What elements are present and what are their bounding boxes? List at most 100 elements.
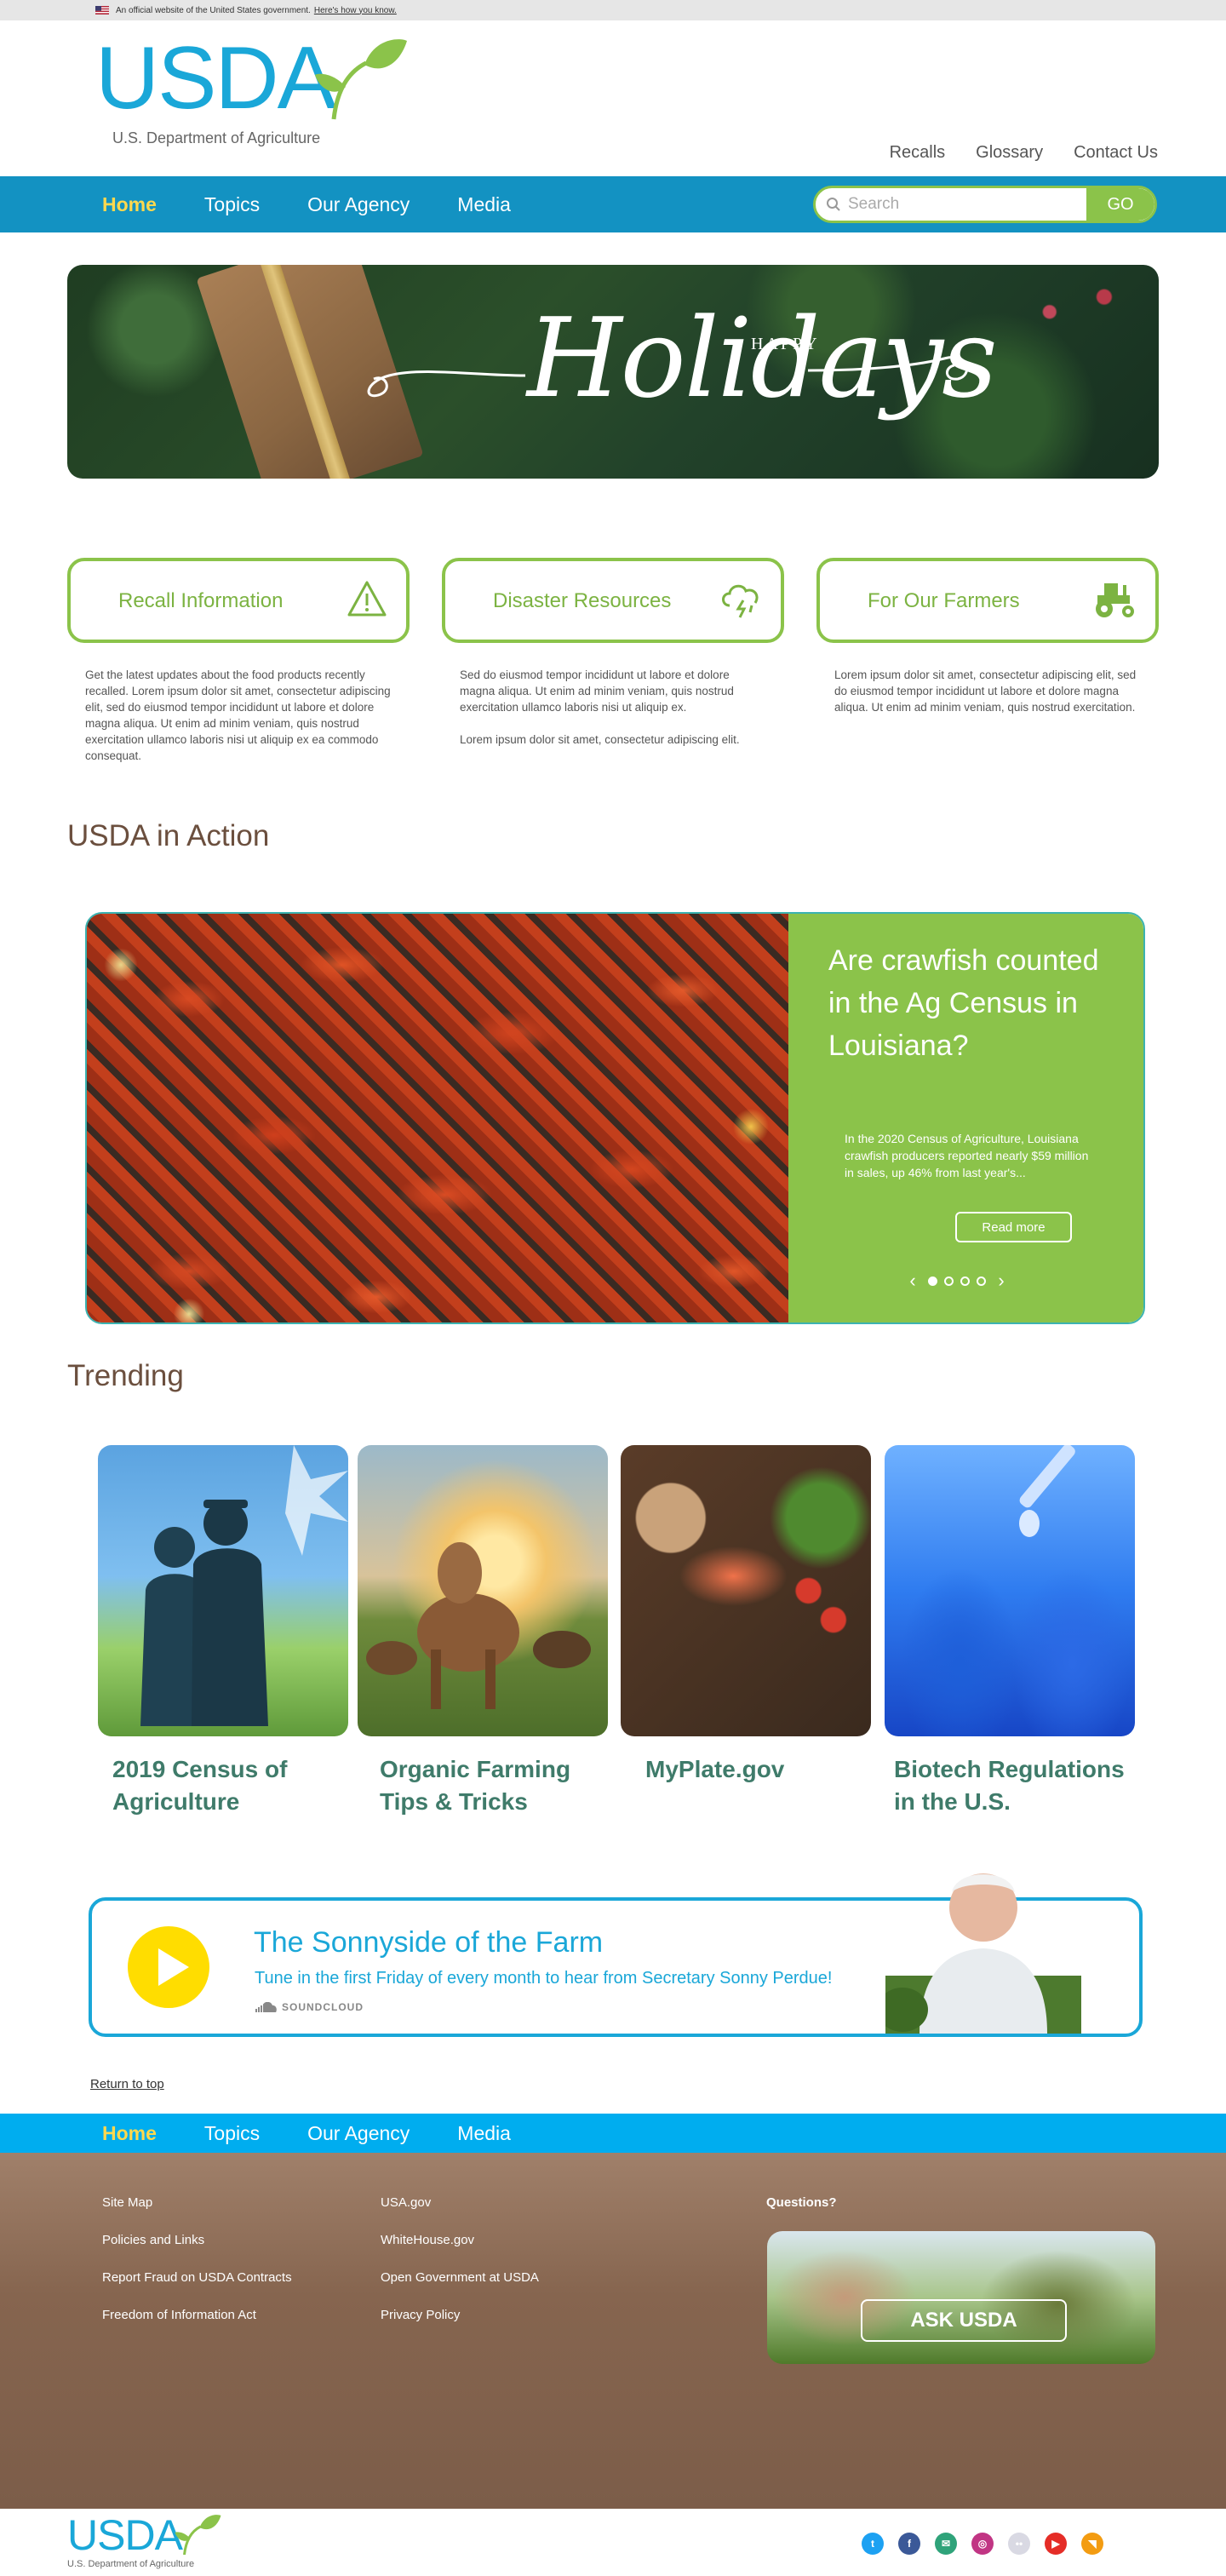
instagram-icon[interactable]: ◎ [971, 2533, 994, 2555]
footer-nav: Home Topics Our Agency Media [0, 2114, 1226, 2153]
page: An official website of the United States… [0, 0, 1226, 2576]
flickr-icon[interactable]: •• [1008, 2533, 1030, 2555]
carousel-dot[interactable] [977, 1276, 986, 1286]
nav-item-media[interactable]: Media [457, 193, 511, 216]
crawfish-image[interactable] [87, 914, 788, 1322]
silhouette-illustration [140, 1445, 348, 1726]
footer-link[interactable]: Open Government at USDA [381, 2270, 539, 2285]
soundcloud-icon [255, 2002, 277, 2012]
for-our-farmers-card[interactable]: For Our Farmers [816, 558, 1159, 643]
biotech-image[interactable] [885, 1445, 1135, 1736]
trending-label[interactable]: 2019 Census of Agriculture [112, 1753, 342, 1818]
main-nav: Home Topics Our Agency Media GO [0, 176, 1226, 232]
recalls-link[interactable]: Recalls [890, 143, 946, 163]
carousel-prev-icon[interactable]: ‹ [904, 1270, 921, 1292]
gov-banner: An official website of the United States… [0, 0, 1226, 20]
logo-subtitle: U.S. Department of Agriculture [112, 129, 321, 146]
nav-item-our-agency[interactable]: Our Agency [307, 193, 410, 216]
recall-information-card[interactable]: Recall Information [67, 558, 410, 643]
census-image[interactable] [98, 1445, 348, 1736]
footer-nav-our-agency[interactable]: Our Agency [307, 2122, 410, 2145]
hero-holidays-text: Holidays [527, 295, 998, 422]
soundcloud-logo: SOUNDCLOUD [255, 2001, 364, 2013]
card-description: Get the latest updates about the food pr… [85, 668, 391, 762]
carousel-caption-panel: Are crawfish counted in the Ag Census in… [788, 914, 1143, 1322]
warning-icon [347, 581, 387, 617]
footer-link[interactable]: Report Fraud on USDA Contracts [102, 2270, 292, 2285]
search-input[interactable] [848, 188, 1086, 221]
card-label: For Our Farmers [868, 589, 1020, 612]
utility-links: Recalls Glossary Contact Us [890, 143, 1158, 163]
footer-link[interactable]: Privacy Policy [381, 2308, 539, 2322]
gov-banner-text: An official website of the United States… [116, 5, 311, 15]
sonny-perdue-photo [885, 1873, 1081, 2034]
for-our-farmers-text: Lorem ipsum dolor sit amet, consectetur … [834, 667, 1141, 715]
dropper-illustration [1019, 1445, 1075, 1537]
footer-nav-topics[interactable]: Topics [204, 2122, 260, 2145]
usda-in-action-carousel: Are crawfish counted in the Ag Census in… [85, 912, 1145, 1324]
footer-link[interactable]: Policies and Links [102, 2233, 292, 2247]
trending-label[interactable]: Organic Farming Tips & Tricks [380, 1753, 610, 1818]
card-description: Sed do eiusmod tempor incididunt ut labo… [460, 668, 734, 714]
myplate-food-image[interactable] [621, 1445, 871, 1736]
carousel-next-icon[interactable]: › [993, 1270, 1010, 1292]
gov-banner-link[interactable]: Here's how you know. [314, 6, 397, 15]
hero-happy-text: HAPPY [751, 335, 820, 353]
footer-logo-text: USDA [67, 2511, 183, 2559]
footer-nav-home[interactable]: Home [102, 2122, 157, 2145]
card-description: Lorem ipsum dolor sit amet, consectetur … [460, 733, 740, 746]
questions-heading: Questions? [766, 2195, 837, 2210]
soundcloud-text: SOUNDCLOUD [282, 2001, 364, 2013]
recall-information-text: Get the latest updates about the food pr… [85, 667, 392, 764]
card-label: Disaster Resources [493, 589, 672, 612]
nav-item-home[interactable]: Home [102, 193, 157, 216]
youtube-icon[interactable]: ▶ [1045, 2533, 1067, 2555]
nav-item-topics[interactable]: Topics [204, 193, 260, 216]
card-label: Recall Information [118, 589, 284, 612]
usda-logo[interactable]: USDA U.S. Department of Agriculture [95, 34, 419, 153]
carousel-dot[interactable] [928, 1276, 937, 1286]
trending-heading: Trending [67, 1359, 184, 1392]
footer-link[interactable]: WhiteHouse.gov [381, 2233, 539, 2247]
leaf-icon [315, 39, 407, 120]
footer-nav-media[interactable]: Media [457, 2122, 511, 2145]
glossary-link[interactable]: Glossary [976, 143, 1043, 163]
card-description: Lorem ipsum dolor sit amet, consectetur … [834, 668, 1137, 714]
tractor-icon [1096, 583, 1134, 617]
disaster-resources-card[interactable]: Disaster Resources [442, 558, 784, 643]
carousel-title: Are crawfish counted in the Ag Census in… [828, 944, 1099, 1062]
footer-logo-subtitle: U.S. Department of Agriculture [67, 2559, 195, 2569]
storm-cloud-icon [722, 584, 759, 618]
rss-icon[interactable]: ◥ [1081, 2533, 1103, 2555]
read-more-button[interactable]: Read more [955, 1212, 1072, 1242]
carousel-dot[interactable] [960, 1276, 970, 1286]
footer-usda-logo[interactable]: USDA U.S. Department of Agriculture [67, 2514, 238, 2570]
carousel-text: In the 2020 Census of Agriculture, Louis… [845, 1132, 1089, 1179]
ask-usda-button[interactable]: ASK USDA [861, 2299, 1067, 2342]
search-go-button[interactable]: GO [1086, 188, 1154, 221]
search-icon [827, 198, 840, 211]
cow-image[interactable] [358, 1445, 608, 1736]
contact-us-link[interactable]: Contact Us [1074, 143, 1158, 163]
facebook-icon[interactable]: f [898, 2533, 920, 2555]
footer-link[interactable]: Site Map [102, 2195, 292, 2210]
trending-label[interactable]: MyPlate.gov [645, 1753, 875, 1786]
twitter-icon[interactable]: t [862, 2533, 884, 2555]
footer-links-col-1: Site Map Policies and Links Report Fraud… [102, 2195, 292, 2322]
usda-in-action-heading: USDA in Action [67, 819, 270, 852]
social-links: t f ✉ ◎ •• ▶ ◥ [862, 2533, 1103, 2555]
email-icon[interactable]: ✉ [935, 2533, 957, 2555]
footer-link[interactable]: USA.gov [381, 2195, 539, 2210]
return-to-top-link[interactable]: Return to top [90, 2077, 164, 2091]
leaf-icon [175, 2515, 221, 2556]
footer-link[interactable]: Freedom of Information Act [102, 2308, 292, 2322]
search-box: GO [813, 186, 1157, 223]
trending-label[interactable]: Biotech Regulations in the U.S. [894, 1753, 1141, 1818]
disaster-resources-text: Sed do eiusmod tempor incididunt ut labo… [460, 667, 766, 748]
ask-usda-card[interactable]: ASK USDA [767, 2231, 1155, 2364]
carousel-dot[interactable] [944, 1276, 954, 1286]
holiday-hero-banner[interactable]: Holidays HAPPY [67, 265, 1159, 479]
podcast-title[interactable]: The Sonnyside of the Farm [254, 1926, 603, 1959]
cow-illustration [366, 1542, 591, 1709]
play-icon[interactable] [128, 1926, 209, 2008]
